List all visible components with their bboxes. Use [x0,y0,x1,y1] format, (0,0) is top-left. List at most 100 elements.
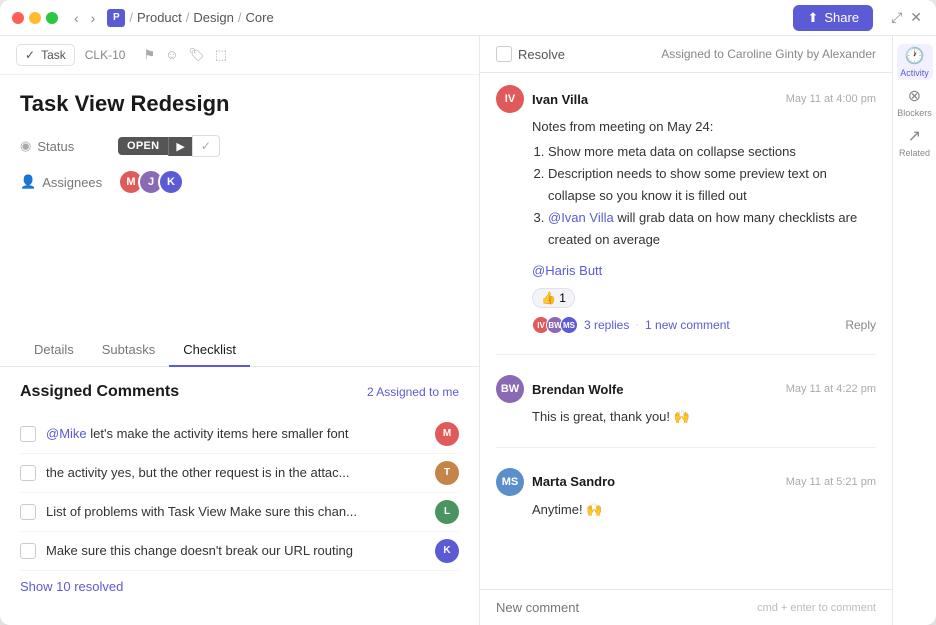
close-window-button[interactable]: ✕ [908,7,924,28]
tab-details[interactable]: Details [20,334,88,367]
app-window: ‹ › P / Product / Design / Core ⬆ Share … [0,0,936,625]
list-item: the activity yes, but the other request … [20,454,459,493]
status-check-btn[interactable]: ✓ [192,135,220,157]
activity-panel: Resolve Assigned to Caroline Ginty by Al… [480,36,892,625]
status-arrow-btn[interactable]: ▶ [168,137,191,156]
breadcrumb-core[interactable]: Core [246,10,274,25]
minimize-button[interactable] [29,12,41,24]
main-content: ✓ Task CLK-10 ⚑ ☺ 🏷 ⬚ Task View Redesign… [0,36,936,625]
activity-icon: 🕐 [905,46,925,66]
reply-av-3: MS [560,316,578,334]
comment-author-2: Brendan Wolfe [532,382,624,397]
reply-avatars-1: IV BW MS [532,316,578,334]
comment-3-header: MS Marta Sandro May 11 at 5:21 pm [496,468,876,496]
related-icon-label: Related [899,148,930,158]
comment-body-2: This is great, thank you! 🙌 [532,407,876,427]
flag-icon[interactable]: ⚑ [143,47,155,63]
comment-time-2: May 11 at 4:22 pm [786,383,876,395]
status-field-row: ◉ Status OPEN ▶ ✓ [20,135,459,157]
checklist-text-4: Make sure this change doesn't break our … [46,543,425,558]
replies-link-1[interactable]: 3 replies [584,318,629,332]
new-comment-badge-1[interactable]: 1 new comment [645,318,730,332]
task-id: CLK-10 [85,48,126,62]
reply-button-1[interactable]: Reply [845,318,876,332]
comment-1: IV Ivan Villa May 11 at 4:00 pm Notes fr… [496,85,876,334]
breadcrumb-product[interactable]: Product [137,10,182,25]
assigned-info: Assigned to Caroline Ginty by Alexander [661,47,876,61]
comment-avatar-3: MS [496,468,524,496]
status-icon: ◉ [20,138,31,154]
sidebar-icons: 🕐 Activity ⊗ Blockers ↗ Related [892,36,936,625]
assignees-field-row: 👤 Assignees M J K [20,169,459,195]
checkbox-4[interactable] [20,543,36,559]
assignees-icon: 👤 [20,174,36,190]
task-title: Task View Redesign [20,91,459,117]
activity-icon-label: Activity [900,68,929,78]
comment-list-1: Show more meta data on collapse sections… [532,141,876,251]
assignee-avatars: M J K [118,169,184,195]
divider-2 [496,447,876,448]
tab-checklist[interactable]: Checklist [169,334,250,367]
fullscreen-button[interactable]: ⤢ [889,7,904,28]
share-label: Share [824,10,859,25]
section-title: Assigned Comments [20,383,179,401]
sidebar-icon-activity[interactable]: 🕐 Activity [897,44,933,80]
activity-header: Resolve Assigned to Caroline Ginty by Al… [480,36,892,73]
close-button[interactable] [12,12,24,24]
comment-3: MS Marta Sandro May 11 at 5:21 pm Anytim… [496,468,876,520]
checklist-text-2: the activity yes, but the other request … [46,465,425,480]
app-logo: P [107,9,125,27]
comment-2-header: BW Brendan Wolfe May 11 at 4:22 pm [496,375,876,403]
checklist-area: Assigned Comments 2 Assigned to me @Mike… [0,367,479,625]
item-avatar-3: L [435,500,459,524]
comment-reaction-1[interactable]: 👍 1 [532,288,575,308]
assigned-count[interactable]: 2 Assigned to me [367,385,459,399]
window-controls: ⤢ ✕ [889,7,924,28]
show-resolved-link[interactable]: Show 10 resolved [20,579,123,594]
task-tabs: Details Subtasks Checklist [0,334,479,367]
left-panel: ✓ Task CLK-10 ⚑ ☺ 🏷 ⬚ Task View Redesign… [0,36,480,625]
comment-time-3: May 11 at 5:21 pm [786,476,876,488]
emoji-icon[interactable]: ☺ [165,47,178,63]
breadcrumb-design[interactable]: Design [193,10,233,25]
checkbox-3[interactable] [20,504,36,520]
checkbox-2[interactable] [20,465,36,481]
item-avatar-2: T [435,461,459,485]
comment-1-header: IV Ivan Villa May 11 at 4:00 pm [496,85,876,113]
sidebar-icon-blockers[interactable]: ⊗ Blockers [897,84,933,120]
comment-author-1: Ivan Villa [532,92,588,107]
blockers-icon-label: Blockers [897,108,932,118]
sidebar-icon-related[interactable]: ↗ Related [897,124,933,160]
traffic-lights [12,12,58,24]
list-item-1: Show more meta data on collapse sections [548,141,876,163]
tab-subtasks[interactable]: Subtasks [88,334,169,367]
status-open-label[interactable]: OPEN [118,137,168,155]
related-icon: ↗ [908,126,921,146]
back-button[interactable]: ‹ [70,8,83,28]
item-avatar-1: M [435,422,459,446]
image-icon[interactable]: ⬚ [215,47,227,63]
status-badge: OPEN ▶ ✓ [118,135,220,157]
resolve-label[interactable]: Resolve [518,47,565,62]
checkbox-1[interactable] [20,426,36,442]
resolve-checkbox[interactable] [496,46,512,62]
comment-hint: cmd + enter to comment [757,602,876,614]
forward-button[interactable]: › [87,8,100,28]
tag-icon[interactable]: 🏷 [188,47,205,63]
share-icon: ⬆ [807,10,818,26]
checklist-text-1: @Mike let's make the activity items here… [46,426,425,441]
section-header: Assigned Comments 2 Assigned to me [20,383,459,401]
comment-time-1: May 11 at 4:00 pm [786,93,876,105]
task-type-icon: ✓ [25,48,35,62]
mention-ivan: @Ivan Villa [548,210,614,225]
share-button[interactable]: ⬆ Share [793,5,873,31]
titlebar: ‹ › P / Product / Design / Core ⬆ Share … [0,0,936,36]
task-toolbar: ✓ Task CLK-10 ⚑ ☺ 🏷 ⬚ [0,36,479,75]
mention-mike: @Mike [46,426,87,441]
avatar-3[interactable]: K [158,169,184,195]
nav-arrows: ‹ › [70,8,99,28]
right-panel: Resolve Assigned to Caroline Ginty by Al… [480,36,936,625]
breadcrumb: P / Product / Design / Core [107,9,273,27]
maximize-button[interactable] [46,12,58,24]
new-comment-input[interactable] [496,600,749,615]
